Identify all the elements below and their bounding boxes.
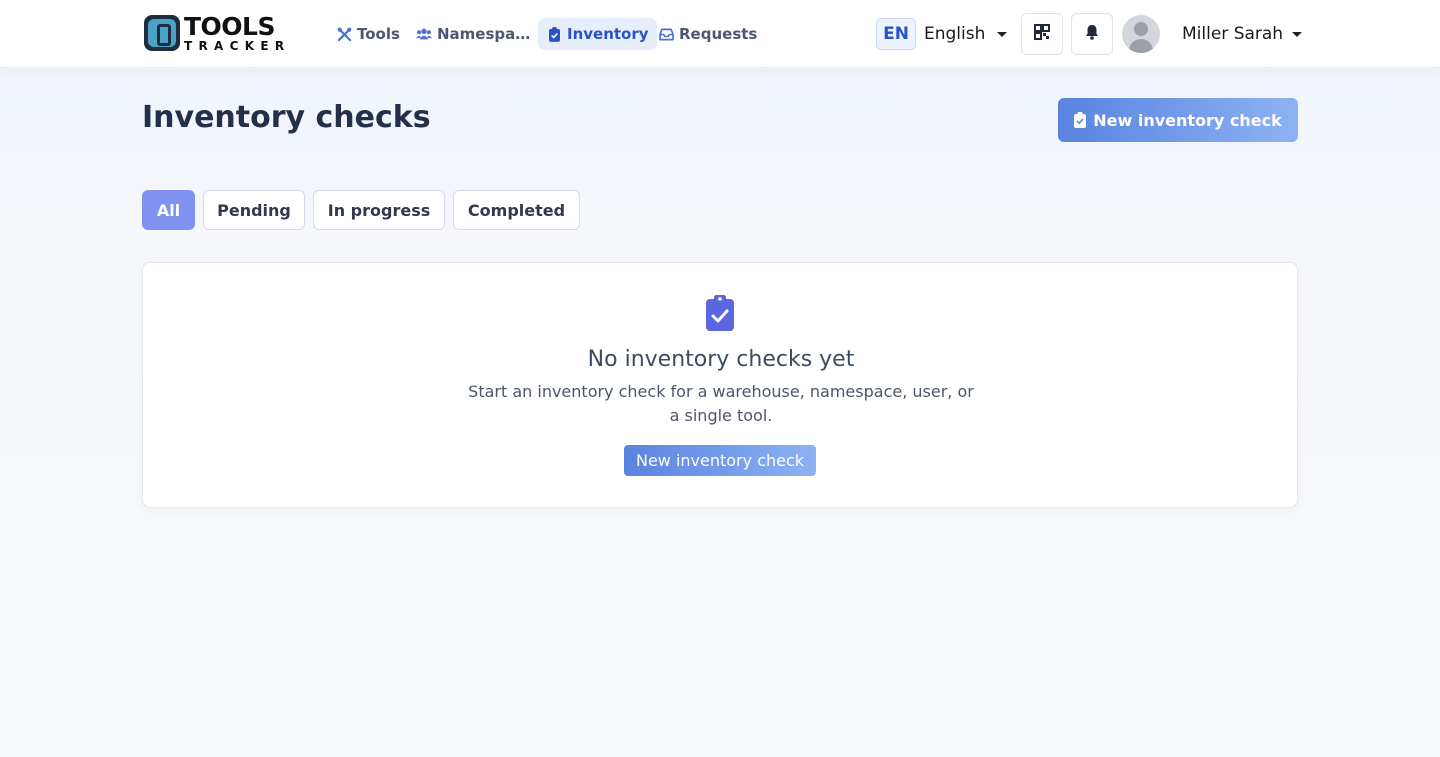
language-code-badge: EN xyxy=(876,18,916,50)
filter-completed[interactable]: Completed xyxy=(453,190,580,230)
language-label: English xyxy=(924,24,986,44)
empty-state-text: Start an inventory check for a warehouse… xyxy=(468,382,974,425)
clipboard-check-icon xyxy=(546,26,562,42)
brand-name-bottom: TRACKER xyxy=(184,39,291,53)
user-name: Miller Sarah xyxy=(1182,24,1284,44)
new-inventory-check-label: New inventory check xyxy=(1093,110,1282,130)
top-navbar: TOOLS TRACKER Tools Namespa… Inventory R… xyxy=(0,0,1440,68)
logo-mark-icon xyxy=(144,15,180,51)
nav-item-tools[interactable]: Tools xyxy=(328,18,408,50)
nav-item-namespaces-label: Namespa… xyxy=(437,25,531,43)
nav-item-requests-label: Requests xyxy=(679,25,758,43)
brand-logo[interactable]: TOOLS TRACKER xyxy=(144,14,310,52)
nav-item-tools-label: Tools xyxy=(357,25,400,43)
users-icon xyxy=(416,26,432,42)
language-dropdown[interactable]: English xyxy=(924,18,1008,50)
clipboard-check-icon xyxy=(1074,112,1087,128)
qr-code-icon xyxy=(1034,24,1050,44)
empty-state-title: No inventory checks yet xyxy=(587,347,855,372)
nav-item-namespaces[interactable]: Namespa… xyxy=(408,18,538,50)
nav-item-requests[interactable]: Requests xyxy=(650,18,765,50)
tools-icon xyxy=(336,26,352,42)
bell-icon xyxy=(1085,24,1099,44)
inbox-icon xyxy=(658,26,674,42)
brand-name-top: TOOLS xyxy=(184,12,276,41)
filter-in-progress[interactable]: In progress xyxy=(313,190,445,230)
clipboard-check-icon xyxy=(706,295,734,331)
avatar[interactable] xyxy=(1122,15,1160,53)
nav-item-inventory-label: Inventory xyxy=(567,25,649,43)
filter-pending[interactable]: Pending xyxy=(203,190,305,230)
notifications-button[interactable] xyxy=(1071,13,1113,55)
empty-state-card: No inventory checks yet Start an invento… xyxy=(142,262,1298,508)
new-inventory-check-button[interactable]: New inventory check xyxy=(1058,98,1298,142)
brand-wordmark: TOOLS TRACKER xyxy=(184,14,290,52)
nav-item-inventory[interactable]: Inventory xyxy=(538,18,657,50)
qr-scan-button[interactable] xyxy=(1021,13,1063,55)
user-menu-dropdown[interactable]: Miller Sarah xyxy=(1182,18,1303,50)
chevron-down-icon xyxy=(997,31,1008,37)
empty-state-new-check-button[interactable]: New inventory check xyxy=(624,445,816,476)
chevron-down-icon xyxy=(1292,31,1303,37)
page-title: Inventory checks xyxy=(142,100,431,135)
filter-all[interactable]: All xyxy=(142,190,195,230)
